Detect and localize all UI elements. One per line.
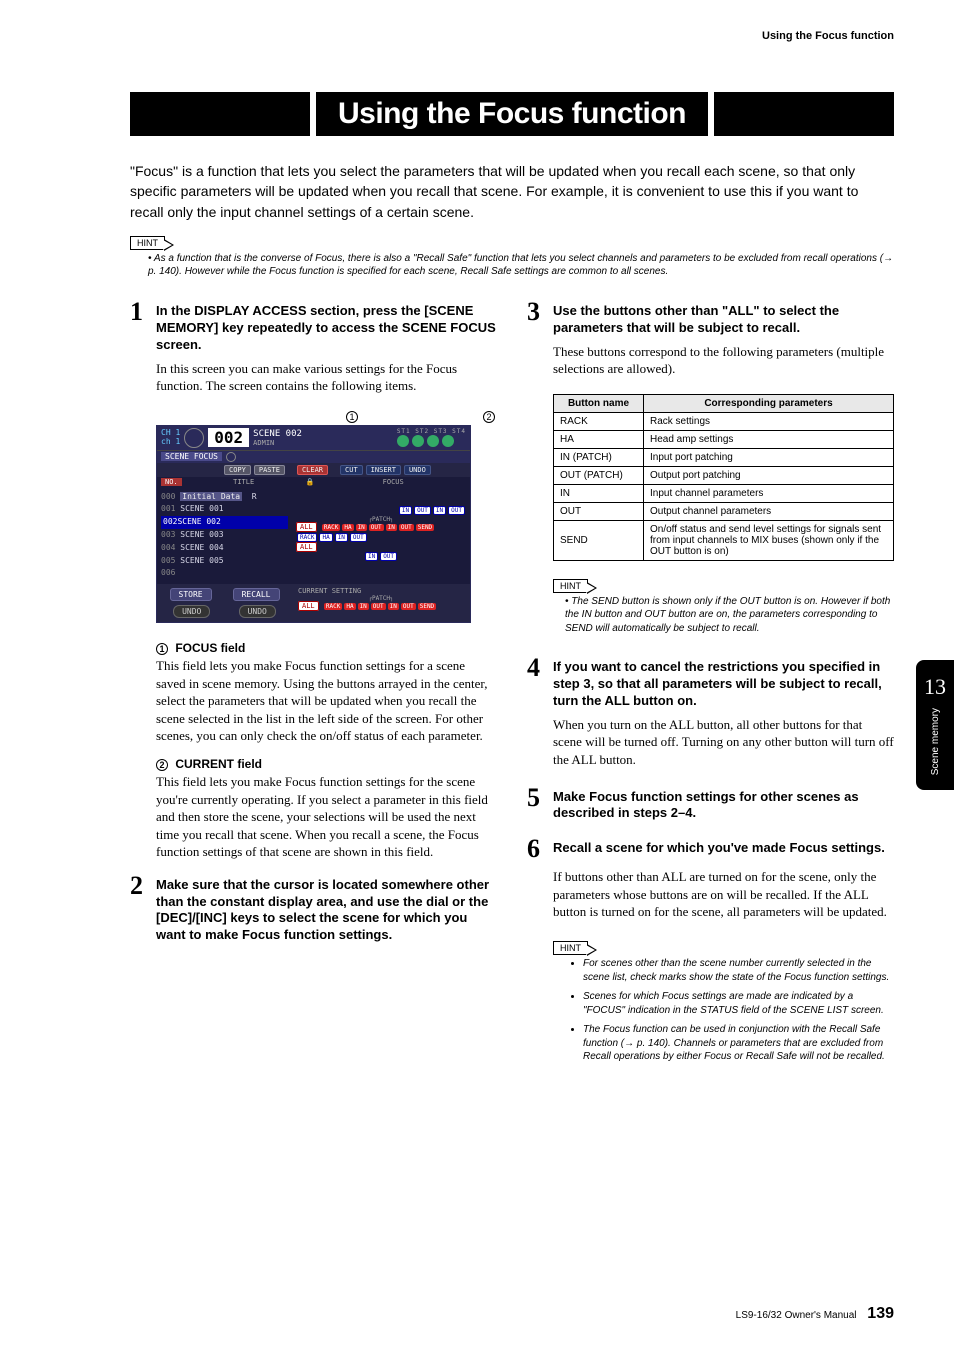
callout-1: 1 [346, 411, 358, 423]
focus-field-body: This field lets you make Focus function … [156, 657, 497, 745]
intro-paragraph: "Focus" is a function that lets you sele… [130, 161, 894, 222]
step-6-body: If buttons other than ALL are turned on … [553, 868, 894, 921]
cut-button: CUT [340, 465, 363, 475]
focus-header: FOCUS [320, 478, 466, 486]
hint-list-3: For scenes other than the scene number c… [583, 957, 894, 1064]
step-4-body: When you turn on the ALL button, all oth… [553, 716, 894, 769]
step-2-heading: Make sure that the cursor is located som… [156, 873, 497, 945]
hint-label-3: HINT [553, 941, 588, 955]
no-header: NO. [161, 478, 182, 486]
parameters-table: Button name Corresponding parameters RAC… [553, 394, 894, 561]
hint-label: HINT [130, 236, 165, 250]
undo-button-3: UNDO [239, 605, 276, 618]
section-title-bar: Using the Focus function [130, 92, 894, 136]
step-3-body: These buttons correspond to the followin… [553, 343, 894, 378]
step-4-heading: If you want to cancel the restrictions y… [553, 655, 894, 710]
insert-button: INSERT [366, 465, 401, 475]
scene-focus-tab: SCENE FOCUS [161, 452, 222, 461]
focus-tags-area: INOUTINOUT ┌PATCH┐ ALL RACKHAINOUTINOUTS… [292, 487, 470, 585]
copy-button: COPY [224, 465, 251, 475]
chapter-label: Scene memory [930, 708, 941, 775]
channel-indicator: CH 1ch 1 [161, 429, 180, 447]
current-field-body: This field lets you make Focus function … [156, 773, 497, 861]
step-number-6: 6 [527, 836, 545, 862]
undo-button-2: UNDO [173, 605, 210, 618]
hint-label-2: HINT [553, 579, 588, 593]
scene-focus-figure: 1 2 CH 1ch 1 002 SCENE 002 ADMIN ST1 ST2… [156, 411, 497, 624]
paste-button: PASTE [254, 465, 285, 475]
step-3-heading: Use the buttons other than "ALL" to sele… [553, 299, 894, 337]
step-number-2: 2 [130, 873, 148, 945]
step-number-4: 4 [527, 655, 545, 710]
clear-button: CLEAR [297, 465, 328, 475]
store-button: STORE [170, 588, 212, 601]
scene-number-display: 002 [208, 428, 249, 447]
running-header: Using the Focus function [130, 30, 894, 42]
step-1-heading: In the DISPLAY ACCESS section, press the… [156, 299, 497, 354]
table-header-params: Corresponding parameters [644, 394, 894, 412]
st-labels: ST1 ST2 ST3 ST4 [397, 428, 466, 435]
current-setting-label: CURRENT SETTING [298, 587, 464, 595]
scene-name-display: SCENE 002 [253, 429, 393, 439]
admin-label: ADMIN [253, 439, 393, 447]
title-header: TITLE [188, 478, 300, 486]
page-number: 139 [867, 1305, 894, 1322]
focus-field-heading: FOCUS field [175, 641, 245, 655]
callout-2: 2 [483, 411, 495, 423]
undo-button: UNDO [404, 465, 431, 475]
chapter-number: 13 [924, 674, 946, 700]
current-field-heading: CURRENT field [175, 757, 262, 771]
scene-focus-screen: CH 1ch 1 002 SCENE 002 ADMIN ST1 ST2 ST3… [156, 425, 471, 624]
hint-text-1: • As a function that is the converse of … [148, 252, 894, 279]
step-1-body: In this screen you can make various sett… [156, 360, 497, 395]
knob-icon [184, 428, 204, 448]
table-header-button: Button name [554, 394, 644, 412]
scene-list: 000 Initial Data R 001 SCENE 001 002SCEN… [157, 487, 292, 585]
hint-text-2: • The SEND button is shown only if the O… [565, 595, 894, 636]
step-5-heading: Make Focus function settings for other s… [553, 785, 894, 823]
step-number-1: 1 [130, 299, 148, 354]
step-number-5: 5 [527, 785, 545, 823]
page-title: Using the Focus function [338, 97, 686, 131]
step-6-heading: Recall a scene for which you've made Foc… [553, 836, 885, 862]
chapter-tab: 13 Scene memory [916, 660, 954, 790]
page-footer: LS9-16/32 Owner's Manual 139 [736, 1305, 894, 1323]
recall-button: RECALL [233, 588, 280, 601]
step-number-3: 3 [527, 299, 545, 337]
